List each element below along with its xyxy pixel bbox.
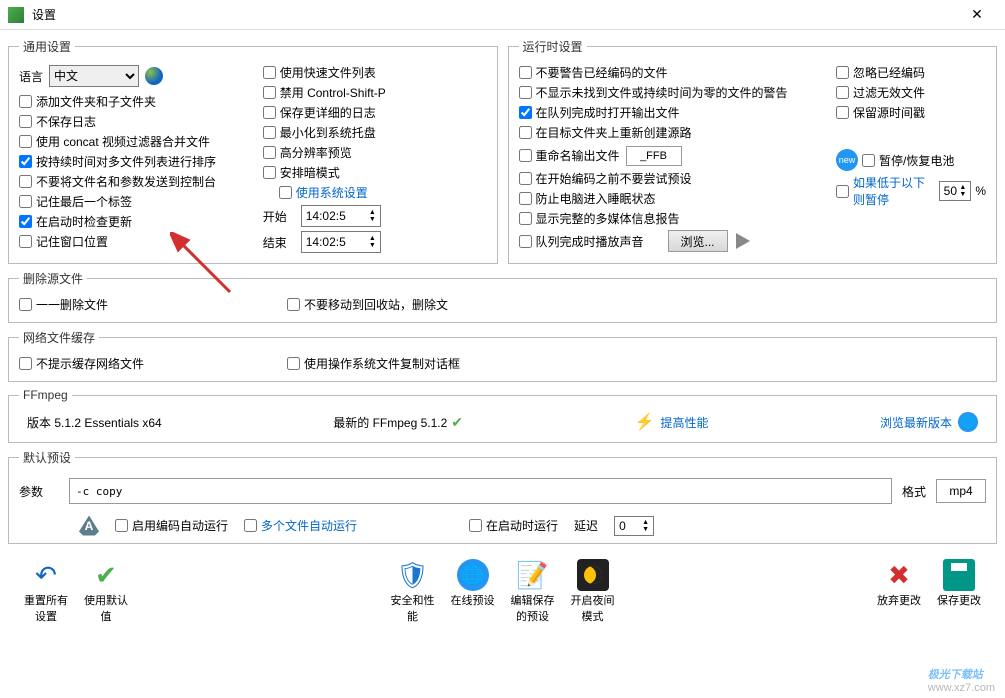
chk-pause-battery[interactable] — [862, 154, 875, 167]
format-value[interactable]: mp4 — [936, 479, 986, 503]
document-edit-icon: 📝 — [516, 558, 550, 592]
window-title: 设置 — [32, 6, 957, 23]
chk-pause-below[interactable] — [836, 185, 849, 198]
chk-multi-auto-run[interactable] — [244, 519, 257, 532]
chk-no-show-missing[interactable] — [519, 86, 532, 99]
app-icon — [8, 7, 24, 23]
chk-min-tray[interactable] — [263, 126, 276, 139]
new-badge-icon: new — [836, 149, 858, 171]
night-mode-button[interactable]: 开启夜间模式 — [569, 558, 617, 624]
param-input[interactable] — [69, 478, 892, 504]
check-icon: ✔ — [89, 558, 123, 592]
chk-filter-invalid[interactable] — [836, 86, 849, 99]
watermark: 极光下载站 www.xz7.com — [928, 666, 995, 694]
chk-show-full-report[interactable] — [519, 212, 532, 225]
play-icon[interactable] — [736, 233, 750, 249]
chk-remember-window[interactable] — [19, 235, 32, 248]
param-label: 参数 — [19, 483, 59, 500]
ffmpeg-legend: FFmpeg — [19, 388, 72, 402]
edit-saved-button[interactable]: 📝编辑保存的预设 — [509, 558, 557, 624]
globe-icon[interactable]: 🌐 — [958, 412, 978, 432]
check-icon: ✔ — [451, 414, 463, 430]
chk-save-detailed-log[interactable] — [263, 106, 276, 119]
chk-play-sound[interactable] — [519, 235, 532, 248]
close-button[interactable]: ✕ — [957, 6, 997, 23]
pause-threshold-input[interactable]: 50▲▼ — [939, 181, 972, 201]
lang-select[interactable]: 中文 — [49, 65, 139, 87]
chk-use-os-copy[interactable] — [287, 357, 300, 370]
chk-fast-filelist[interactable] — [263, 66, 276, 79]
delay-label: 延迟 — [574, 517, 598, 534]
chk-auto-run-encode[interactable] — [115, 519, 128, 532]
chk-open-on-complete[interactable] — [519, 106, 532, 119]
chk-no-prompt-cache[interactable] — [19, 357, 32, 370]
delete-src-legend: 删除源文件 — [19, 270, 87, 287]
use-default-button[interactable]: ✔使用默认值 — [82, 558, 130, 624]
ffmpeg-latest: 最新的 FFmpeg 5.1.2 — [333, 416, 447, 430]
ffmpeg-version: 版本 5.1.2 Essentials x64 — [27, 414, 162, 431]
chk-no-sleep[interactable] — [519, 192, 532, 205]
chk-keep-timestamp[interactable] — [836, 106, 849, 119]
bolt-icon: ⚡ — [635, 412, 655, 432]
chk-recreate-source[interactable] — [519, 126, 532, 139]
preset-legend: 默认预设 — [19, 449, 75, 466]
discard-button[interactable]: ✖放弃更改 — [875, 558, 923, 608]
chk-rename-output[interactable] — [519, 149, 532, 162]
globe-icon: 🌐 — [456, 558, 490, 592]
safe-perf-button[interactable]: 🛡安全和性能 — [389, 558, 437, 624]
chk-add-subfolders[interactable] — [19, 95, 32, 108]
chk-delete-one[interactable] — [19, 298, 32, 311]
x-icon: ✖ — [882, 558, 916, 592]
start-label: 开始 — [263, 208, 293, 225]
format-label: 格式 — [902, 483, 926, 500]
chk-no-warn-encoded[interactable] — [519, 66, 532, 79]
start-time-input[interactable]: 14:02:5▲▼ — [301, 205, 381, 227]
chk-no-send-console[interactable] — [19, 175, 32, 188]
chk-concat-filter[interactable] — [19, 135, 32, 148]
lang-label: 语言 — [19, 68, 43, 85]
chk-high-dpi[interactable] — [263, 146, 276, 159]
chk-run-on-start[interactable] — [469, 519, 482, 532]
delay-input[interactable]: 0▲▼ — [614, 516, 654, 536]
moon-icon — [576, 558, 610, 592]
runtime-legend: 运行时设置 — [519, 38, 587, 55]
rename-suffix-field[interactable]: _FFB — [626, 146, 682, 166]
chk-disable-csp[interactable] — [263, 86, 276, 99]
chk-no-recycle[interactable] — [287, 298, 300, 311]
chk-sort-duration[interactable] — [19, 155, 32, 168]
browse-sound-button[interactable]: 浏览... — [668, 230, 728, 252]
chk-use-sys-settings[interactable] — [279, 186, 292, 199]
globe-icon[interactable] — [145, 67, 163, 85]
chk-dark-mode[interactable] — [263, 166, 276, 179]
save-icon — [942, 558, 976, 592]
end-time-input[interactable]: 14:02:5▲▼ — [301, 231, 381, 253]
net-cache-legend: 网络文件缓存 — [19, 329, 99, 346]
end-label: 结束 — [263, 234, 293, 251]
chk-check-update[interactable] — [19, 215, 32, 228]
chk-ignore-encoded[interactable] — [836, 66, 849, 79]
general-legend: 通用设置 — [19, 38, 75, 55]
chk-no-save-log[interactable] — [19, 115, 32, 128]
auto-icon: A — [79, 516, 99, 536]
browse-latest-link[interactable]: 浏览最新版本 — [880, 414, 952, 431]
shield-icon: 🛡 — [396, 558, 430, 592]
undo-icon: ↶ — [29, 558, 63, 592]
online-preset-button[interactable]: 🌐在线预设 — [449, 558, 497, 608]
reset-all-button[interactable]: ↶重置所有设置 — [22, 558, 70, 624]
boost-perf-link[interactable]: 提高性能 — [660, 414, 708, 431]
save-button[interactable]: 保存更改 — [935, 558, 983, 608]
chk-no-try-preset[interactable] — [519, 172, 532, 185]
chk-remember-tab[interactable] — [19, 195, 32, 208]
